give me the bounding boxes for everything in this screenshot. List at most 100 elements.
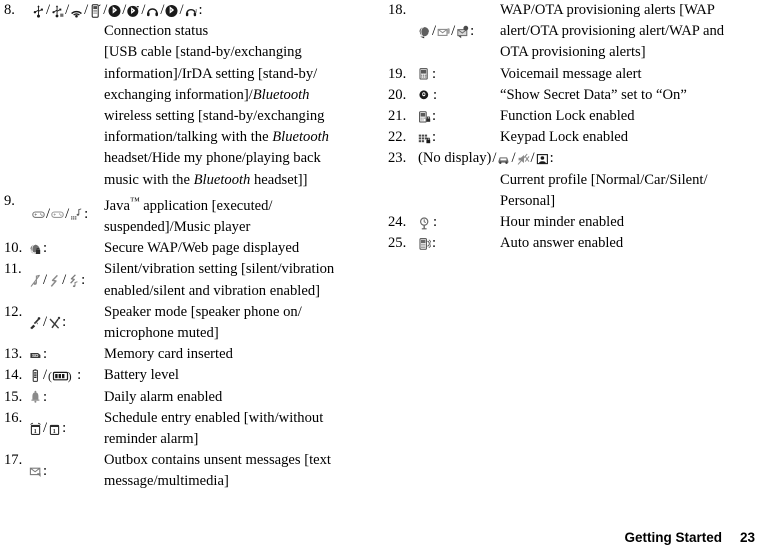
desc-line: Outbox contains unsent messages [text (104, 452, 331, 469)
desc-line: information]/IrDA setting [stand-by/ (104, 65, 318, 82)
desc-line: Schedule entry enabled [with/without (104, 409, 324, 426)
desc-line: wireless setting [stand-by/exchanging (104, 108, 325, 125)
svg-text:1: 1 (34, 428, 37, 435)
schedule-with-alarm-icon: 1 (29, 422, 42, 436)
list-item: 24. : Hour minder enabled (388, 212, 763, 233)
icon-separator: / (451, 23, 456, 40)
icon-set: : (415, 233, 500, 254)
icon-set: / () : (26, 365, 104, 386)
item-description: WAP/OTA provisioning alerts [WAP alert/O… (500, 0, 763, 64)
icon-set: / / : (26, 191, 104, 238)
desc-line: microphone muted] (104, 324, 219, 341)
svg-text:(: ( (48, 369, 52, 383)
icon-separator: / (141, 2, 146, 18)
list-item: 9. / / : Java™ application [executed/ su… (4, 191, 382, 238)
icon-separator: / (160, 2, 165, 18)
icon-colon: : (43, 462, 48, 479)
icon-colon: : (433, 214, 438, 231)
desc-line: Connection status (104, 23, 209, 40)
icon-separator: / (122, 2, 127, 18)
list-item: 23. (No display) / / / : Current profile… (388, 148, 763, 212)
icon-separator: / (65, 2, 70, 18)
item-description: Speaker mode [speaker phone on/ micropho… (104, 302, 382, 344)
vibration-icon (48, 274, 61, 288)
icon-colon: : (198, 2, 203, 18)
icon-set: SD : (26, 344, 104, 365)
item-description: Current profile [Normal/Car/Silent/ Pers… (388, 170, 763, 212)
icon-set: : (415, 106, 500, 127)
auto-answer-icon (418, 237, 431, 251)
keypad-lock-icon (418, 131, 431, 145)
item-description: Battery level (104, 365, 382, 386)
no-display-label: (No display) (418, 150, 492, 167)
list-item: 13. SD : Memory card inserted (4, 344, 382, 365)
icon-separator: / (530, 150, 535, 167)
wap-alert-icon (418, 25, 431, 39)
bluetooth-trademark: Bluetooth (252, 86, 310, 103)
item-number: 12. (4, 303, 23, 320)
desc-line: “Show Secret Data” set to “On” (500, 86, 687, 103)
irda-icon (70, 4, 83, 18)
icon-set: / / : (415, 0, 500, 64)
desc-line: Auto answer enabled (500, 235, 624, 252)
item-description: Memory card inserted (104, 344, 382, 365)
svg-text:): ) (68, 369, 72, 383)
item-number: 13. (4, 346, 23, 363)
desc-line: music with the Bluetooth headset]] (104, 171, 308, 188)
bluetooth-headset-icon (146, 4, 159, 18)
page-footer: Getting Started 23 (0, 530, 755, 545)
icon-separator: / (43, 314, 48, 331)
list-item: 18. / / : WAP/OTA provisioning alerts [W… (388, 0, 763, 64)
icon-colon: : (62, 314, 67, 331)
icon-colon: : (432, 129, 437, 146)
bluetooth-trademark: Bluetooth (193, 171, 251, 188)
microphone-muted-icon (48, 316, 61, 330)
secure-wap-icon (29, 242, 42, 256)
item-number: 18. (388, 2, 407, 18)
icon-set: : (26, 238, 104, 259)
svg-text:SD: SD (32, 353, 39, 358)
desc-line: Current profile [Normal/Car/Silent/ (500, 171, 708, 188)
item-description: Connection status [USB cable [stand-by/e… (4, 21, 382, 191)
desc-line: Silent/vibration setting [silent/vibrati… (104, 261, 335, 278)
desc-line: WAP/OTA provisioning alerts [WAP (500, 2, 715, 18)
desc-line: Hour minder enabled (500, 214, 625, 231)
trademark-symbol: ™ (129, 195, 140, 207)
item-description: Auto answer enabled (500, 233, 763, 254)
bluetooth-exchanging-icon (127, 4, 140, 18)
item-number: 20. (388, 86, 407, 103)
icon-separator: / (179, 2, 184, 18)
list-item: 15. : Daily alarm enabled (4, 387, 382, 408)
right-column: 18. / / : WAP/OTA provisioning alerts [W… (388, 0, 763, 254)
item-number: 16. (4, 409, 23, 426)
icon-set: : (26, 387, 104, 408)
desc-line: [USB cable [stand-by/exchanging (104, 44, 302, 61)
list-item: 17. : Outbox contains unsent messages [t… (4, 450, 382, 492)
item-number: 25. (388, 235, 407, 252)
ota-provisioning-alert-icon (437, 25, 450, 39)
icon-colon: : (433, 86, 438, 103)
bluetooth-standby-icon (108, 4, 121, 18)
java-suspended-icon (51, 207, 64, 221)
battery-level-icon (29, 369, 42, 383)
icon-colon: : (77, 367, 82, 384)
item-number: 15. (4, 388, 23, 405)
icon-set: : (415, 85, 500, 106)
icon-set: / / : (26, 259, 104, 301)
icon-separator: / (43, 271, 48, 288)
item-number: 21. (388, 108, 407, 125)
list-item: 25. : Auto answer enabled (388, 233, 763, 254)
desc-line: information/talking with the Bluetooth (104, 129, 329, 146)
wap-ota-alerts-icon (456, 25, 469, 39)
icon-set: (No display) / / / : (415, 148, 763, 169)
manual-page: 8. / / / / / / / / : Connection status [… (0, 0, 767, 553)
desc-line: enabled/silent and vibration enabled] (104, 282, 320, 299)
footer-section-title: Getting Started (624, 530, 722, 545)
usb-exchanging-icon (51, 4, 64, 18)
icon-colon: : (470, 23, 475, 40)
item-number: 24. (388, 214, 407, 231)
left-column: 8. / / / / / / / / : Connection status [… (4, 0, 382, 493)
item-description: Schedule entry enabled [with/without rem… (104, 408, 382, 450)
icon-set: : (26, 450, 104, 492)
item-description: Function Lock enabled (500, 106, 763, 127)
